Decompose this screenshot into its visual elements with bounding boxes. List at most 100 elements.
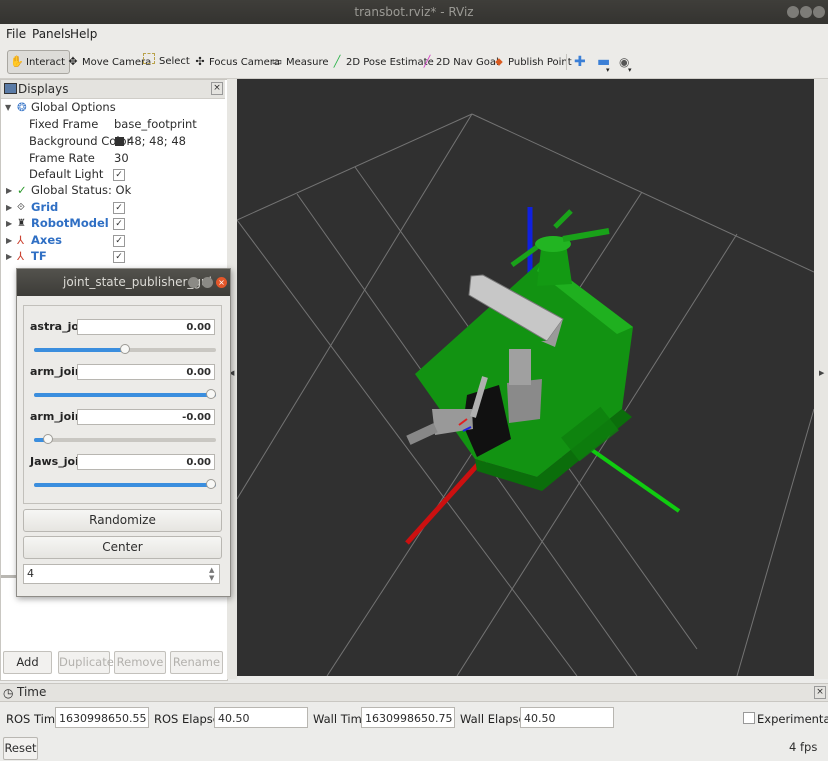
center-button[interactable]: Center bbox=[23, 536, 222, 559]
ros-time-field[interactable]: 1630998650.55 bbox=[55, 707, 149, 728]
display-item-label: RobotModel bbox=[31, 216, 109, 230]
toolbar: ✋ Interact ✥ Move Camera Select ✣ Focus Cam… bbox=[0, 46, 828, 79]
global-options-row[interactable]: ▼ ❂ Global Options bbox=[1, 99, 225, 116]
joint-value-field[interactable]: 0.00 bbox=[77, 364, 215, 380]
slider-fill bbox=[34, 483, 216, 487]
display-item-axes[interactable]: ▶ ⅄ Axes ✓ bbox=[1, 232, 225, 249]
tool-label: Interact bbox=[26, 57, 66, 68]
joint-slider[interactable] bbox=[34, 434, 216, 444]
add-button[interactable]: Add bbox=[3, 651, 52, 674]
slider-handle[interactable] bbox=[206, 479, 216, 489]
measure-icon: ▭ bbox=[271, 55, 283, 68]
rename-button[interactable]: Rename bbox=[170, 651, 223, 674]
expand-right-icon[interactable]: ▶ bbox=[6, 248, 12, 265]
spin-arrows-icon[interactable]: ▲ ▼ bbox=[209, 566, 214, 582]
display-item-grid[interactable]: ▶ ⟐ Grid ✓ bbox=[1, 199, 225, 216]
menu-help[interactable]: Help bbox=[70, 27, 97, 41]
tool-measure[interactable]: ▭ Measure bbox=[270, 51, 329, 73]
display-item-robotmodel[interactable]: ▶ ♜ RobotModel ✓ bbox=[1, 215, 225, 232]
toolbar-separator bbox=[566, 54, 567, 70]
3d-viewport[interactable] bbox=[237, 79, 814, 676]
time-panel-header: ◷ Time × bbox=[0, 683, 828, 702]
tool-interact[interactable]: ✋ Interact bbox=[7, 50, 71, 74]
tool-2d-pose-estimate[interactable]: ╱ 2D Pose Estimate bbox=[330, 51, 434, 73]
property-label: Frame Rate bbox=[29, 151, 95, 165]
close-icon[interactable] bbox=[813, 6, 825, 18]
slider-fill bbox=[34, 393, 216, 397]
y-axis bbox=[577, 439, 681, 513]
expand-right-icon[interactable]: ▶ bbox=[6, 232, 12, 249]
collapse-right-icon[interactable]: ▶ bbox=[819, 369, 824, 377]
minimize-icon[interactable] bbox=[188, 277, 199, 288]
reset-button[interactable]: Reset bbox=[3, 737, 38, 760]
duplicate-button[interactable]: Duplicate bbox=[58, 651, 114, 674]
property-value[interactable]: 48; 48; 48 bbox=[127, 133, 186, 150]
joint-slider[interactable] bbox=[34, 389, 216, 399]
display-enabled-checkbox[interactable]: ✓ bbox=[113, 202, 125, 214]
scene-render[interactable] bbox=[237, 79, 814, 676]
property-value[interactable]: base_footprint bbox=[114, 116, 197, 133]
expand-right-icon[interactable]: ▶ bbox=[6, 182, 12, 199]
close-panel-icon[interactable]: × bbox=[211, 82, 223, 95]
right-splitter[interactable]: ▶ bbox=[814, 79, 828, 679]
expand-down-icon[interactable]: ▼ bbox=[5, 99, 11, 116]
slider-handle[interactable] bbox=[120, 344, 130, 354]
display-enabled-checkbox[interactable]: ✓ bbox=[113, 218, 125, 230]
background-color-row[interactable]: Background Color 48; 48; 48 bbox=[1, 133, 225, 150]
close-icon[interactable]: × bbox=[216, 277, 227, 288]
maximize-icon[interactable] bbox=[800, 6, 812, 18]
default-light-row[interactable]: Default Light ✓ bbox=[1, 166, 225, 183]
display-item-label: Grid bbox=[31, 200, 59, 214]
joint-state-publisher-dialog: joint_state_publisher_gui × astra_joint … bbox=[16, 268, 231, 597]
tool-focus-camera[interactable]: ✣ Focus Camera bbox=[193, 51, 280, 73]
ros-elapsed-field[interactable]: 40.50 bbox=[214, 707, 308, 728]
joint-slider[interactable] bbox=[34, 479, 216, 489]
experimental-label: Experimental bbox=[757, 712, 828, 726]
frame-rate-row[interactable]: Frame Rate 30 bbox=[1, 150, 225, 167]
menu-file[interactable]: File bbox=[6, 27, 26, 41]
add-tool-icon[interactable]: ✚ bbox=[574, 51, 586, 73]
spin-box[interactable]: 4 ▲ ▼ bbox=[23, 564, 220, 584]
property-value[interactable]: 30 bbox=[114, 150, 129, 167]
tool-label: Move Camera bbox=[82, 57, 152, 68]
remove-button[interactable]: Remove bbox=[114, 651, 166, 674]
experimental-checkbox[interactable] bbox=[743, 712, 755, 724]
tool-2d-nav-goal[interactable]: ╱ 2D Nav Goal bbox=[420, 51, 499, 73]
joint-slider[interactable] bbox=[34, 344, 216, 354]
nav-arrow-icon: ╱ bbox=[423, 55, 431, 68]
focus-camera-icon: ✣ bbox=[195, 55, 205, 68]
display-enabled-checkbox[interactable]: ✓ bbox=[113, 235, 125, 247]
window-title-bar: transbot.rviz* - RViz bbox=[0, 0, 828, 24]
close-panel-icon[interactable]: × bbox=[814, 686, 826, 699]
robot-model bbox=[406, 209, 633, 491]
chevron-down-icon[interactable]: ▾ bbox=[606, 59, 610, 81]
tool-select[interactable]: Select bbox=[143, 51, 190, 73]
tool-move-camera[interactable]: ✥ Move Camera bbox=[66, 51, 151, 73]
global-status-row[interactable]: ▶ ✓ Global Status: Ok bbox=[1, 182, 225, 199]
randomize-button[interactable]: Randomize bbox=[23, 509, 222, 532]
menu-panels[interactable]: Panels bbox=[32, 27, 71, 41]
display-item-label: Axes bbox=[31, 233, 62, 247]
minimize-icon[interactable] bbox=[787, 6, 799, 18]
expand-right-icon[interactable]: ▶ bbox=[6, 215, 12, 232]
slider-handle[interactable] bbox=[206, 389, 216, 399]
displays-title: Displays bbox=[18, 82, 69, 96]
tool-label: Measure bbox=[286, 57, 329, 68]
default-light-checkbox[interactable]: ✓ bbox=[113, 169, 125, 181]
display-item-tf[interactable]: ▶ ⅄ TF ✓ bbox=[1, 248, 225, 265]
wall-time-field[interactable]: 1630998650.75 bbox=[361, 707, 455, 728]
chevron-down-icon[interactable]: ▾ bbox=[628, 59, 632, 81]
displays-header: Displays × bbox=[1, 80, 225, 99]
display-enabled-checkbox[interactable]: ✓ bbox=[113, 251, 125, 263]
property-label: Default Light bbox=[29, 167, 104, 181]
slider-handle[interactable] bbox=[43, 434, 53, 444]
joint-value-field[interactable]: -0.00 bbox=[77, 409, 215, 425]
wall-elapsed-field[interactable]: 40.50 bbox=[520, 707, 614, 728]
panel-splitter[interactable] bbox=[1, 575, 17, 578]
joint-value-field[interactable]: 0.00 bbox=[77, 319, 215, 335]
expand-right-icon[interactable]: ▶ bbox=[6, 199, 12, 216]
maximize-icon[interactable] bbox=[202, 277, 213, 288]
tool-publish-point[interactable]: ⬥ Publish Point bbox=[492, 51, 572, 73]
fixed-frame-row[interactable]: Fixed Frame base_footprint bbox=[1, 116, 225, 133]
joint-value-field[interactable]: 0.00 bbox=[77, 454, 215, 470]
